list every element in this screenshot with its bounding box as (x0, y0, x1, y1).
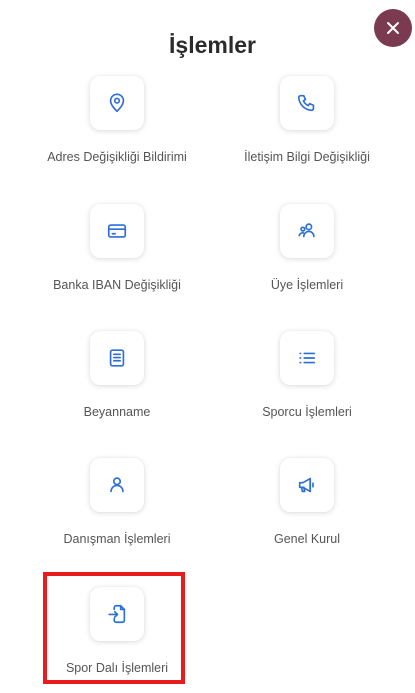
menu-tile[interactable] (90, 204, 144, 258)
menu-item-declaration[interactable]: Beyanname (17, 331, 217, 419)
menu-item-address-change[interactable]: Adres Değişikliği Bildirimi (17, 76, 217, 164)
menu-item-iban-change[interactable]: Banka IBAN Değişikliği (17, 204, 217, 292)
menu-item-athlete-operations[interactable]: Sporcu İşlemleri (207, 331, 407, 419)
list-icon (299, 352, 316, 364)
user-icon (110, 477, 124, 493)
menu-item-label: Beyanname (83, 405, 151, 419)
menu-item-general-assembly[interactable]: Genel Kurul (207, 458, 407, 546)
menu-item-label: Sporcu İşlemleri (262, 405, 352, 419)
menu-tile[interactable] (90, 458, 144, 512)
menu-item-member-operations[interactable]: Üye İşlemleri (207, 204, 407, 292)
menu-item-label: Danışman İşlemleri (63, 532, 171, 546)
menu-tile[interactable] (280, 458, 334, 512)
menu-item-label: Banka IBAN Değişikliği (53, 278, 181, 292)
document-icon (109, 349, 125, 367)
menu-tile[interactable] (90, 76, 144, 130)
menu-item-advisor-operations[interactable]: Danışman İşlemleri (17, 458, 217, 546)
menu-tile[interactable] (280, 331, 334, 385)
megaphone-icon (298, 477, 314, 493)
menu-item-contact-change[interactable]: İletişim Bilgi Değişikliği (207, 76, 407, 164)
users-icon (298, 223, 315, 238)
menu-item-label: Genel Kurul (273, 532, 340, 546)
menu-item-label: Adres Değişikliği Bildirimi (47, 150, 187, 164)
menu-item-label: Üye İşlemleri (270, 278, 344, 292)
menu-item-label: İletişim Bilgi Değişikliği (244, 150, 370, 164)
selection-highlight (43, 572, 185, 684)
phone-icon (297, 94, 315, 112)
menu-tile[interactable] (280, 76, 334, 130)
credit-card-icon (107, 224, 127, 238)
location-pin-icon (109, 93, 125, 113)
menu-tile[interactable] (280, 204, 334, 258)
menu-tile[interactable] (90, 331, 144, 385)
